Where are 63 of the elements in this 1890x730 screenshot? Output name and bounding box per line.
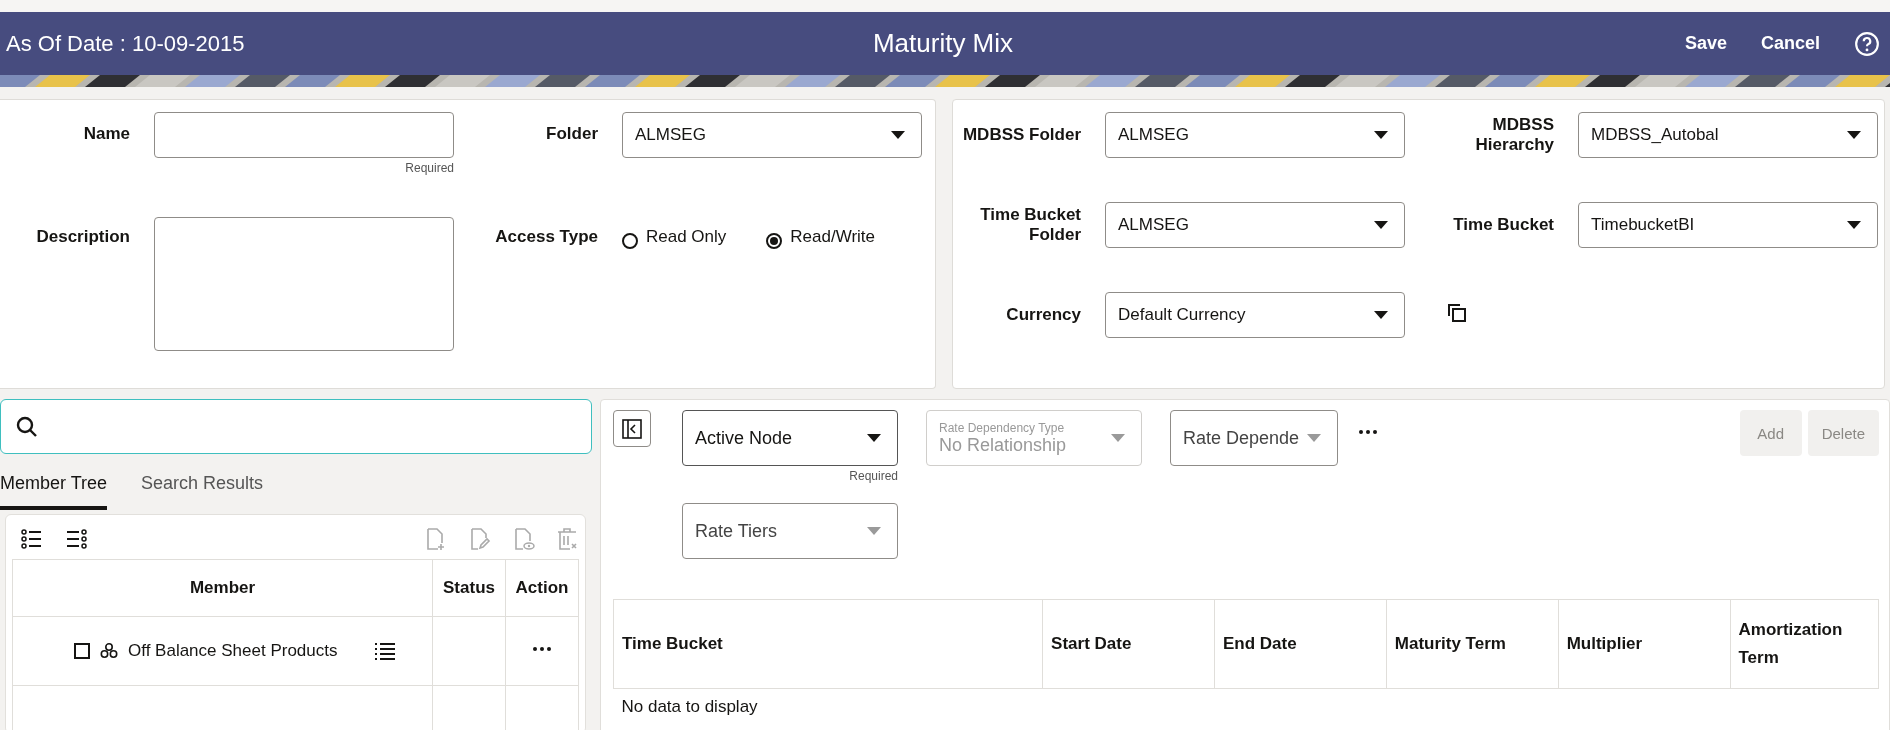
radio-label: Read Only (646, 227, 727, 247)
empty-message: No data to display (613, 688, 1879, 725)
header-button[interactable]: Cancel (1761, 29, 1820, 58)
tab[interactable]: Search Results (141, 473, 264, 510)
collapse-icon (622, 418, 642, 439)
help-icon[interactable] (1854, 30, 1880, 57)
expand-all-icon[interactable] (20, 527, 44, 551)
as-of-date: As Of Date : 10-09-2015 (6, 30, 246, 57)
field-label: Folder (545, 123, 598, 144)
column-header: Action (505, 559, 579, 617)
required-hint: Required (849, 469, 898, 483)
column-header: Start Date (1042, 599, 1215, 689)
dropdown[interactable]: Rate Tiers (682, 503, 898, 559)
dropdown[interactable]: Rate Depende (1170, 410, 1338, 466)
caret-icon (1307, 434, 1321, 442)
required-hint: Required (404, 161, 454, 175)
radio-button[interactable] (622, 233, 638, 249)
caret-icon (867, 527, 881, 535)
radio-label: Read/Write (790, 227, 876, 247)
tab[interactable]: Member Tree (0, 473, 108, 510)
caret-icon (1847, 221, 1861, 229)
description-field[interactable] (154, 217, 454, 351)
collapse-panel-button[interactable] (613, 410, 651, 447)
column-header: Status (432, 559, 506, 617)
column-header: Member (12, 559, 433, 617)
dropdown[interactable]: ALMSEG (1105, 202, 1405, 248)
field-label: Time Bucket Folder (979, 205, 1081, 245)
field-label: MDBSS Folder (961, 125, 1081, 145)
field-label: Time Bucket (1452, 215, 1554, 235)
dropdown[interactable]: ALMSEG (1105, 112, 1405, 158)
column-header: Time Bucket (613, 599, 1043, 689)
name-field[interactable] (154, 112, 454, 158)
field-label: Name (82, 123, 130, 144)
column-header: Maturity Term (1386, 599, 1559, 689)
caret-icon (891, 131, 905, 139)
caret-icon (867, 434, 881, 442)
caret-icon (1111, 434, 1125, 442)
tree-node-label[interactable]: Off Balance Sheet Products (128, 641, 338, 661)
field-label: Access Type (494, 226, 598, 247)
header-button[interactable]: Save (1684, 29, 1727, 58)
collapse-all-icon[interactable] (64, 527, 88, 551)
search-field[interactable] (0, 399, 592, 454)
field-label: Currency (1005, 305, 1081, 325)
cluster-icon (100, 643, 118, 659)
column-header: Multiplier (1558, 599, 1730, 689)
dropdown[interactable]: TimebucketBI (1578, 202, 1878, 248)
search-icon (15, 414, 39, 439)
copy-icon[interactable] (1445, 301, 1469, 325)
dropdown[interactable]: MDBSS_Autobal (1578, 112, 1878, 158)
caret-icon (1374, 311, 1388, 319)
field-label: MDBSS Hierarchy (1474, 115, 1554, 155)
column-header: Amortization Term (1730, 599, 1879, 689)
dropdown[interactable]: ALMSEG (622, 112, 922, 158)
radio-button[interactable] (766, 233, 783, 249)
dropdown[interactable]: Active Node (682, 410, 898, 466)
column-header: End Date (1214, 599, 1387, 689)
caret-icon (1847, 131, 1861, 139)
caret-icon (1374, 131, 1388, 139)
checkbox[interactable] (74, 643, 90, 659)
field-label: Description (35, 226, 130, 247)
page-title: Maturity Mix (871, 28, 1015, 59)
dropdown[interactable]: Default Currency (1105, 292, 1405, 338)
caret-icon (1374, 221, 1388, 229)
